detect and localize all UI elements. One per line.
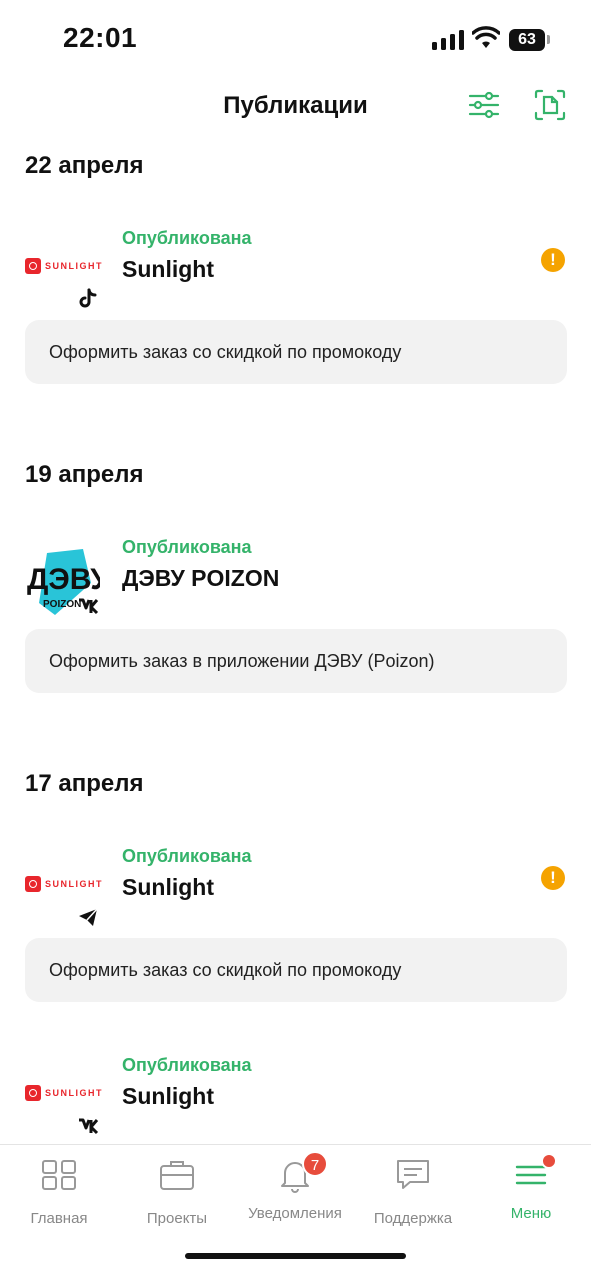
battery-indicator: 63 bbox=[509, 29, 545, 51]
vk-icon bbox=[79, 598, 99, 615]
document-scan-icon[interactable] bbox=[533, 88, 567, 122]
publications-feed[interactable]: 22 апреля SUNLIGHT Опубликована Sunlight… bbox=[0, 140, 591, 1144]
signal-icon bbox=[432, 30, 464, 50]
brand-name: ДЭВУ POIZON bbox=[122, 565, 280, 591]
date-heading: 19 апреля bbox=[25, 461, 144, 488]
nav-label: Меню bbox=[510, 1205, 552, 1222]
date-heading: 17 апреля bbox=[25, 770, 144, 797]
status-label: Опубликована bbox=[122, 1055, 252, 1075]
date-heading: 22 апреля bbox=[25, 152, 144, 179]
chat-icon bbox=[397, 1160, 429, 1189]
brand-name: Sunlight bbox=[122, 1083, 214, 1109]
telegram-icon bbox=[79, 908, 98, 926]
bottom-navigation: Главная Проекты 7 Уведомления Поддержка bbox=[0, 1144, 591, 1280]
vk-icon bbox=[79, 1118, 99, 1135]
logo-text: SUNLIGHT bbox=[45, 261, 103, 271]
dvu-poizon-logo: ДЭВУ POIZON bbox=[25, 537, 100, 617]
status-label: Опубликована bbox=[122, 537, 252, 557]
warning-icon[interactable]: ! bbox=[541, 248, 565, 272]
home-indicator bbox=[185, 1253, 406, 1259]
status-bar: 22:01 63 bbox=[0, 0, 591, 80]
nav-item-notifications[interactable]: 7 Уведомления bbox=[236, 1151, 354, 1222]
logo-text: SUNLIGHT bbox=[45, 879, 103, 889]
publication-description[interactable]: Оформить заказ в приложении ДЭВУ (Poizon… bbox=[25, 629, 567, 693]
publication-description[interactable]: Оформить заказ со скидкой по промокоду bbox=[25, 320, 567, 384]
sunlight-logo: SUNLIGHT bbox=[25, 846, 103, 926]
battery-tip bbox=[547, 35, 550, 44]
sunlight-mark-icon bbox=[25, 876, 41, 892]
publication-description[interactable]: Оформить заказ со скидкой по промокоду bbox=[25, 938, 567, 1002]
page-title: Публикации bbox=[223, 92, 368, 119]
description-text: Оформить заказ в приложении ДЭВУ (Poizon… bbox=[49, 651, 435, 671]
nav-label: Главная bbox=[30, 1210, 88, 1227]
warning-icon[interactable]: ! bbox=[541, 866, 565, 890]
logo-text: SUNLIGHT bbox=[45, 1088, 103, 1098]
nav-item-menu[interactable]: Меню bbox=[472, 1153, 590, 1222]
sunlight-logo: SUNLIGHT bbox=[25, 1055, 103, 1135]
dvu-logo-subtext: POIZON bbox=[43, 599, 81, 610]
nav-item-projects[interactable]: Проекты bbox=[118, 1155, 236, 1227]
filter-sliders-icon[interactable] bbox=[467, 88, 501, 122]
wifi-icon bbox=[472, 26, 500, 48]
brand-name: Sunlight bbox=[122, 874, 214, 900]
menu-badge-dot bbox=[541, 1153, 557, 1169]
nav-item-home[interactable]: Главная bbox=[0, 1155, 118, 1227]
nav-label: Поддержка bbox=[373, 1210, 453, 1227]
sunlight-mark-icon bbox=[25, 258, 41, 274]
status-time: 22:01 bbox=[63, 22, 138, 53]
sunlight-logo: SUNLIGHT bbox=[25, 228, 103, 308]
description-text: Оформить заказ со скидкой по промокоду bbox=[49, 342, 402, 362]
grid-icon bbox=[42, 1160, 76, 1190]
page-header: Публикации bbox=[0, 80, 591, 136]
notification-badge: 7 bbox=[302, 1151, 328, 1177]
tiktok-icon bbox=[79, 288, 97, 308]
nav-item-support[interactable]: Поддержка bbox=[354, 1155, 472, 1227]
brand-name: Sunlight bbox=[122, 256, 214, 282]
nav-label: Проекты bbox=[146, 1210, 208, 1227]
status-label: Опубликована bbox=[122, 846, 252, 866]
dvu-logo-text: ДЭВУ bbox=[27, 563, 100, 596]
briefcase-icon bbox=[160, 1161, 194, 1190]
nav-label: Уведомления bbox=[248, 1205, 342, 1222]
sunlight-mark-icon bbox=[25, 1085, 41, 1101]
status-label: Опубликована bbox=[122, 228, 252, 248]
description-text: Оформить заказ со скидкой по промокоду bbox=[49, 960, 402, 980]
